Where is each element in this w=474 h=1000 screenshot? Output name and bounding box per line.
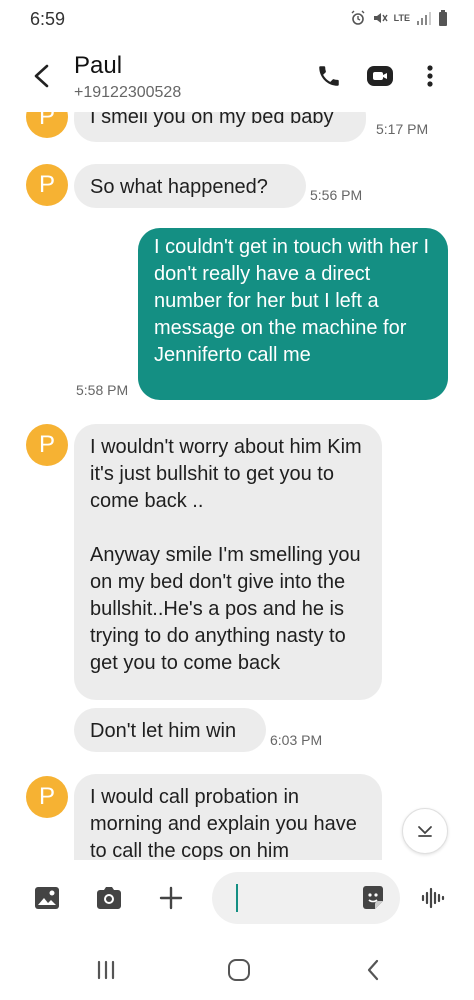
- message-bubble-incoming[interactable]: I wouldn't worry about him Kim it's just…: [74, 424, 382, 700]
- status-bar: 6:59 LTE: [0, 0, 474, 40]
- message-bubble-incoming[interactable]: So what happened?: [74, 164, 306, 208]
- voice-input-button[interactable]: [418, 882, 450, 914]
- gallery-icon: [35, 887, 59, 909]
- contact-avatar[interactable]: P: [26, 112, 68, 138]
- contact-avatar[interactable]: P: [26, 164, 68, 206]
- back-arrow-icon: [34, 64, 49, 88]
- scroll-down-icon: [418, 826, 432, 837]
- contact-name[interactable]: Paul: [74, 52, 122, 80]
- back-button[interactable]: [30, 62, 54, 90]
- message-input[interactable]: [212, 872, 400, 924]
- nav-back-icon: [367, 959, 379, 981]
- home-icon: [228, 959, 250, 981]
- more-options-icon: [427, 65, 433, 87]
- status-time: 6:59: [30, 9, 66, 29]
- sticker-icon: [363, 886, 383, 909]
- message-timestamp: 5:56 PM: [310, 187, 363, 203]
- message-bubble-incoming[interactable]: Don't let him win: [74, 708, 266, 752]
- recent-apps-icon: [97, 960, 115, 980]
- phone-icon: [319, 66, 339, 86]
- nav-back-button[interactable]: [358, 956, 388, 984]
- call-button[interactable]: [313, 60, 345, 92]
- contact-avatar[interactable]: P: [26, 776, 68, 818]
- message-composer: [0, 862, 474, 936]
- attach-button[interactable]: [155, 882, 187, 914]
- message-timestamp: 5:17 PM: [376, 121, 429, 137]
- camera-icon: [97, 887, 121, 909]
- battery-icon: [439, 10, 447, 26]
- message-list[interactable]: P I smell you on my bed baby 5:17 PM P S…: [0, 112, 474, 860]
- gallery-button[interactable]: [31, 882, 63, 914]
- text-cursor: [236, 884, 238, 912]
- message-timestamp: 6:03 PM: [270, 732, 323, 748]
- more-options-button[interactable]: [414, 60, 446, 92]
- contact-number: +19122300528: [74, 84, 182, 101]
- mute-icon: [373, 13, 388, 23]
- signal-icon: [417, 12, 431, 25]
- camera-button[interactable]: [93, 882, 125, 914]
- alarm-icon: [351, 10, 365, 25]
- video-call-icon: [367, 66, 393, 86]
- voice-input-icon: [421, 887, 445, 909]
- home-button[interactable]: [224, 956, 254, 984]
- sticker-button[interactable]: [360, 885, 386, 911]
- system-navigation-bar: [0, 936, 474, 1000]
- status-icons: LTE: [350, 10, 448, 26]
- message-timestamp: 5:58 PM: [76, 382, 129, 398]
- recent-apps-button[interactable]: [91, 956, 121, 984]
- video-call-button[interactable]: [364, 60, 396, 92]
- message-bubble-outgoing[interactable]: I couldn't get in touch with her I don't…: [138, 228, 448, 400]
- message-bubble-incoming[interactable]: I would call probation in morning and ex…: [74, 774, 382, 860]
- network-type-label: LTE: [393, 13, 410, 23]
- add-icon: [159, 886, 183, 910]
- contact-avatar[interactable]: P: [26, 424, 68, 466]
- message-bubble-incoming[interactable]: I smell you on my bed baby: [74, 112, 366, 142]
- conversation-header: Paul +19122300528: [0, 40, 474, 112]
- scroll-to-bottom-button[interactable]: [402, 808, 448, 854]
